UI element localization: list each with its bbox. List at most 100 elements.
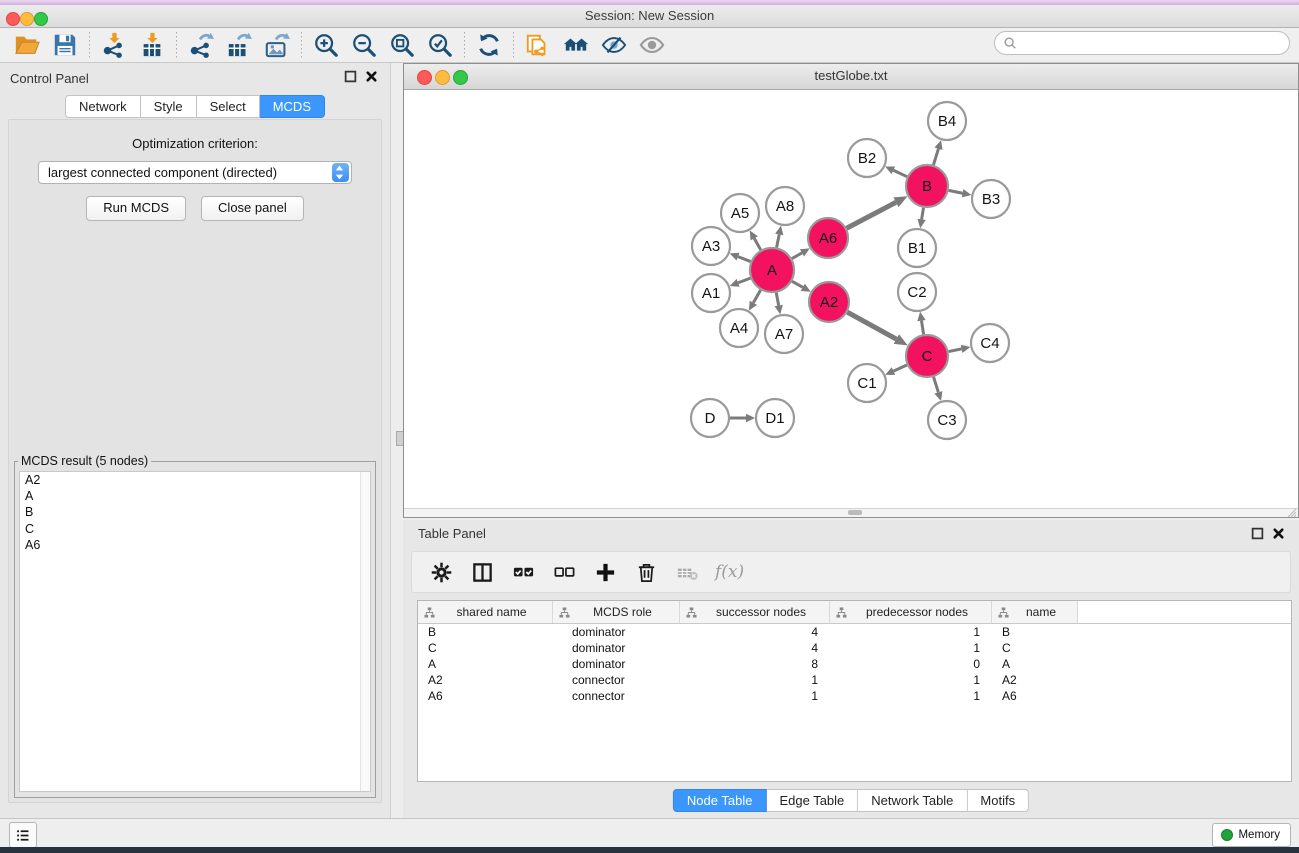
graph-edge-B-B2[interactable]	[893, 170, 907, 176]
deselect-all-rows-button[interactable]	[551, 559, 577, 585]
export-table-button[interactable]	[220, 30, 258, 60]
graph-edge-A-A2[interactable]	[792, 281, 803, 287]
table-cell[interactable]: 4	[680, 624, 830, 640]
graph-edge-A6-B[interactable]	[847, 202, 896, 228]
select-all-rows-button[interactable]	[510, 559, 536, 585]
result-list-item[interactable]: C	[20, 521, 370, 537]
delete-column-button[interactable]	[633, 559, 659, 585]
result-list-item[interactable]: B	[20, 504, 370, 520]
import-network-button[interactable]	[95, 30, 133, 60]
open-session-button[interactable]	[8, 30, 46, 60]
tab-network-table[interactable]: Network Table	[858, 789, 967, 812]
network-canvas[interactable]: AA1A3A4A5A7A8A6A2BB1B2B3B4CC1C2C3C4DD1	[404, 90, 1298, 508]
network-from-file-button[interactable]	[519, 30, 557, 60]
result-list-item[interactable]: A	[20, 488, 370, 504]
tab-select[interactable]: Select	[197, 95, 260, 118]
graph-edge-C-C3[interactable]	[934, 377, 939, 392]
table-cell[interactable]: 1	[680, 688, 830, 704]
table-cell[interactable]: 1	[680, 672, 830, 688]
search-input[interactable]	[1017, 36, 1289, 50]
zoom-fit-button[interactable]	[383, 30, 421, 60]
table-cell[interactable]: C	[418, 640, 553, 656]
graph-edge-B-B1[interactable]	[922, 208, 924, 220]
zoom-in-button[interactable]	[307, 30, 345, 60]
table-cell[interactable]: connector	[553, 672, 680, 688]
task-history-button[interactable]	[9, 822, 37, 848]
graph-edge-C-C2[interactable]	[921, 321, 923, 335]
graph-edge-A-A7[interactable]	[776, 293, 778, 306]
table-cell[interactable]: A2	[992, 672, 1078, 688]
graph-edge-C-C4[interactable]	[949, 349, 962, 352]
network-hscroll-thumb[interactable]	[848, 510, 862, 515]
float-panel-icon[interactable]	[344, 70, 357, 83]
graph-edge-A-A1[interactable]	[738, 278, 750, 283]
table-cell[interactable]: dominator	[553, 640, 680, 656]
column-header-MCDS-role[interactable]: MCDS role	[553, 601, 680, 623]
table-cell[interactable]: 1	[830, 640, 992, 656]
refresh-view-button[interactable]	[470, 30, 508, 60]
tab-edge-table[interactable]: Edge Table	[766, 789, 858, 812]
table-cell[interactable]: A6	[418, 688, 553, 704]
result-list-item[interactable]: A2	[20, 472, 370, 488]
close-panel-icon[interactable]	[1272, 527, 1285, 540]
tab-mcds[interactable]: MCDS	[260, 95, 325, 118]
table-cell[interactable]: dominator	[553, 656, 680, 672]
table-row[interactable]: Cdominator41C	[418, 640, 1291, 656]
close-panel-button[interactable]: Close panel	[201, 196, 304, 221]
memory-button[interactable]: Memory	[1212, 823, 1291, 847]
run-mcds-button[interactable]: Run MCDS	[86, 196, 186, 221]
table-cell[interactable]: A	[992, 656, 1078, 672]
column-visibility-button[interactable]	[469, 559, 495, 585]
table-settings-gear-button[interactable]	[428, 559, 454, 585]
tab-motifs[interactable]: Motifs	[967, 789, 1029, 812]
float-panel-icon[interactable]	[1251, 527, 1264, 540]
table-cell[interactable]: 1	[830, 672, 992, 688]
table-cell[interactable]: C	[992, 640, 1078, 656]
graph-edge-B-B3[interactable]	[949, 190, 963, 193]
import-table-button[interactable]	[133, 30, 171, 60]
resize-grip-icon[interactable]	[1287, 508, 1297, 517]
column-header-shared-name[interactable]: shared name	[418, 601, 553, 623]
tab-node-table[interactable]: Node Table	[673, 789, 767, 812]
search-box[interactable]	[994, 31, 1290, 55]
graph-edge-A-A4[interactable]	[753, 290, 760, 303]
graph-edge-B-B4[interactable]	[933, 149, 938, 165]
result-list-item[interactable]: A6	[20, 537, 370, 553]
table-cell[interactable]: 0	[830, 656, 992, 672]
result-list-scrollbar[interactable]	[360, 472, 370, 791]
zoom-out-button[interactable]	[345, 30, 383, 60]
tab-network[interactable]: Network	[65, 95, 141, 118]
table-row[interactable]: Adominator80A	[418, 656, 1291, 672]
graph-edge-A-A5[interactable]	[754, 238, 761, 250]
table-cell[interactable]: B	[992, 624, 1078, 640]
close-panel-icon[interactable]	[365, 70, 378, 83]
export-network-button[interactable]	[182, 30, 220, 60]
table-cell[interactable]: 1	[830, 688, 992, 704]
table-cell[interactable]: 8	[680, 656, 830, 672]
table-cell[interactable]: B	[418, 624, 553, 640]
network-hscrollbar[interactable]	[404, 508, 1298, 517]
toggle-graphics-details-button[interactable]	[595, 30, 633, 60]
graph-edge-A-A8[interactable]	[777, 234, 780, 247]
column-header-name[interactable]: name	[992, 601, 1078, 623]
criterion-dropdown[interactable]: largest connected component (directed)	[38, 161, 352, 184]
graph-edge-A2-C[interactable]	[847, 312, 896, 339]
table-cell[interactable]: dominator	[553, 624, 680, 640]
table-row[interactable]: A6connector11A6	[418, 688, 1291, 704]
export-image-button[interactable]	[258, 30, 296, 60]
graph-edge-A-A6[interactable]	[792, 253, 802, 259]
table-cell[interactable]: 4	[680, 640, 830, 656]
column-header-successor-nodes[interactable]: successor nodes	[680, 601, 830, 623]
add-column-button[interactable]	[592, 559, 618, 585]
table-row[interactable]: A2connector11A2	[418, 672, 1291, 688]
table-cell[interactable]: A	[418, 656, 553, 672]
table-cell[interactable]: A6	[992, 688, 1078, 704]
home-button[interactable]	[557, 30, 595, 60]
mcds-result-list[interactable]: A2ABCA6	[19, 471, 371, 792]
graph-edge-A-A3[interactable]	[738, 257, 751, 262]
column-header-predecessor-nodes[interactable]: predecessor nodes	[830, 601, 992, 623]
table-cell[interactable]: A2	[418, 672, 553, 688]
tab-style[interactable]: Style	[141, 95, 197, 118]
graph-edge-C-C1[interactable]	[893, 365, 906, 371]
table-cell[interactable]: 1	[830, 624, 992, 640]
